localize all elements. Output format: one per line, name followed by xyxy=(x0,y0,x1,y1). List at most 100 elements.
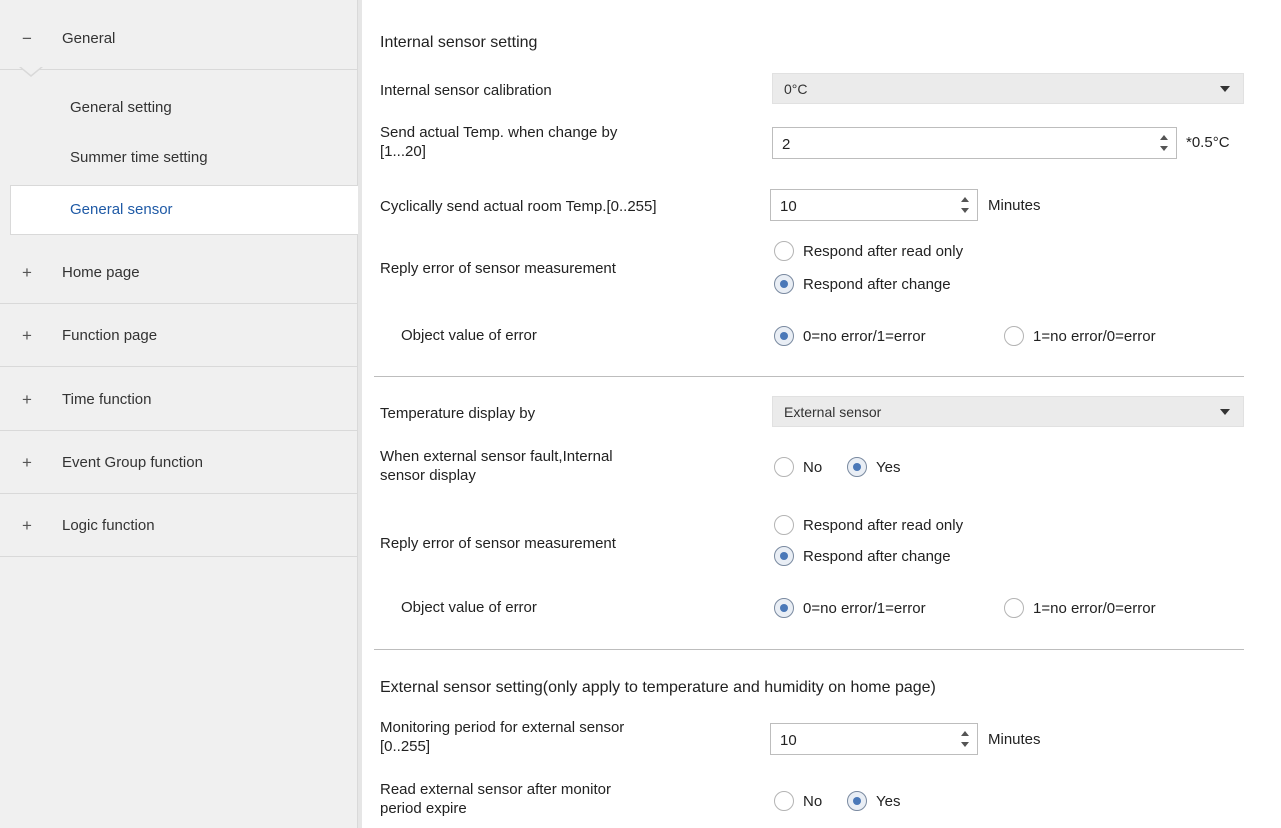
radio-label: 1=no error/0=error xyxy=(1033,599,1156,617)
sidebar-group-time-function[interactable]: + Time function xyxy=(0,369,358,431)
label-line: When external sensor fault,Internal xyxy=(380,448,613,465)
radio-1-no-error[interactable]: 1=no error/0=error xyxy=(1004,326,1156,346)
sidebar-group-event-group-function[interactable]: + Event Group function xyxy=(0,432,358,494)
stepper-value: 2 xyxy=(782,136,791,153)
radio-0-no-error[interactable]: 0=no error/1=error xyxy=(774,326,926,346)
sidebar-item-general-setting[interactable]: General setting xyxy=(70,99,172,116)
stepper-up-icon[interactable] xyxy=(961,197,969,202)
stepper-down-icon[interactable] xyxy=(1160,146,1168,151)
chevron-down-icon xyxy=(1220,86,1230,92)
expand-icon[interactable]: + xyxy=(20,390,34,410)
radio-respond-after-change-2[interactable]: Respond after change xyxy=(774,546,951,566)
sidebar-group-home-page[interactable]: + Home page xyxy=(0,242,358,304)
sidebar-group-label: General xyxy=(62,30,116,47)
radio-respond-read-only-2[interactable]: Respond after read only xyxy=(774,515,963,535)
unit-label: Minutes xyxy=(988,731,1041,748)
sidebar-group-label: Event Group function xyxy=(62,454,203,471)
collapse-icon[interactable]: − xyxy=(20,29,34,49)
radio-circle[interactable] xyxy=(1004,326,1024,346)
stepper-down-icon[interactable] xyxy=(961,208,969,213)
param-label-cyclic: Cyclically send actual room Temp.[0..255… xyxy=(380,198,657,215)
sidebar-item-label: General sensor xyxy=(70,201,173,218)
radio-circle[interactable] xyxy=(847,457,867,477)
radio-label: Respond after read only xyxy=(803,242,964,260)
param-label-reply-error-2: Reply error of sensor measurement xyxy=(380,535,616,552)
radio-circle[interactable] xyxy=(774,241,794,261)
param-label-object-value-2: Object value of error xyxy=(401,599,537,616)
sidebar-group-logic-function[interactable]: + Logic function xyxy=(0,495,358,557)
label-line: Send actual Temp. when change by xyxy=(380,124,618,141)
radio-circle[interactable] xyxy=(774,546,794,566)
radio-respond-after-change[interactable]: Respond after change xyxy=(774,274,951,294)
radio-read-after-no[interactable]: No xyxy=(774,791,822,811)
radio-circle[interactable] xyxy=(774,457,794,477)
param-label-temp-display: Temperature display by xyxy=(380,405,536,422)
sidebar-group-function-page[interactable]: + Function page xyxy=(0,305,358,367)
dropdown-value: External sensor xyxy=(784,404,882,420)
calibration-dropdown[interactable]: 0°C xyxy=(772,73,1244,104)
parameter-panel: Internal sensor setting Internal sensor … xyxy=(362,0,1281,828)
stepper-up-icon[interactable] xyxy=(961,731,969,736)
sidebar-group-label: Logic function xyxy=(62,517,155,534)
radio-circle[interactable] xyxy=(774,326,794,346)
radio-label: 1=no error/0=error xyxy=(1033,327,1156,345)
cyclic-stepper[interactable]: 10 xyxy=(770,189,978,221)
stepper-up-icon[interactable] xyxy=(1160,135,1168,140)
radio-label: 0=no error/1=error xyxy=(803,599,926,617)
section-title-internal: Internal sensor setting xyxy=(380,34,538,51)
param-label-monitoring: Monitoring period for external sensor [0… xyxy=(380,718,624,756)
expand-icon[interactable]: + xyxy=(20,326,34,346)
label-line: [1...20] xyxy=(380,143,426,160)
section-divider xyxy=(374,376,1244,377)
radio-label: Respond after change xyxy=(803,547,951,565)
sidebar-group-label: Function page xyxy=(62,327,158,344)
dropdown-value: 0°C xyxy=(784,81,808,97)
temp-display-dropdown[interactable]: External sensor xyxy=(772,396,1244,427)
param-label-calibration: Internal sensor calibration xyxy=(380,82,552,99)
expanded-indicator-fill xyxy=(20,66,42,75)
radio-read-after-yes[interactable]: Yes xyxy=(847,791,900,811)
label-line: [0..255] xyxy=(380,738,431,755)
section-title-external: External sensor setting(only apply to te… xyxy=(380,679,936,696)
stepper-down-icon[interactable] xyxy=(961,742,969,747)
expand-icon[interactable]: + xyxy=(20,516,34,536)
sidebar-item-summer-time-setting[interactable]: Summer time setting xyxy=(70,149,208,166)
unit-label: Minutes xyxy=(988,197,1041,214)
section-divider xyxy=(374,649,1244,650)
radio-circle[interactable] xyxy=(774,791,794,811)
sidebar-group-general[interactable]: − General xyxy=(0,8,358,70)
radio-circle[interactable] xyxy=(774,598,794,618)
stepper-arrows[interactable] xyxy=(960,730,970,750)
radio-label: Yes xyxy=(876,458,901,476)
send-change-stepper[interactable]: 2 xyxy=(772,127,1177,159)
radio-fault-no[interactable]: No xyxy=(774,457,822,477)
param-label-read-after: Read external sensor after monitor perio… xyxy=(380,780,611,818)
sidebar-item-general-sensor[interactable]: General sensor xyxy=(10,185,362,235)
sidebar: − General General setting Summer time se… xyxy=(0,0,362,828)
unit-label: *0.5°C xyxy=(1186,134,1230,151)
radio-circle[interactable] xyxy=(774,515,794,535)
param-label-fault-display: When external sensor fault,Internal sens… xyxy=(380,447,613,485)
label-line: period expire xyxy=(380,800,467,817)
param-label-send-change: Send actual Temp. when change by [1...20… xyxy=(380,123,617,161)
radio-label: Yes xyxy=(876,792,901,810)
radio-fault-yes[interactable]: Yes xyxy=(847,457,900,477)
radio-0-no-error-2[interactable]: 0=no error/1=error xyxy=(774,598,926,618)
stepper-value: 10 xyxy=(780,198,797,215)
radio-1-no-error-2[interactable]: 1=no error/0=error xyxy=(1004,598,1156,618)
stepper-arrows[interactable] xyxy=(1159,134,1169,154)
label-line: Read external sensor after monitor xyxy=(380,781,611,798)
expand-icon[interactable]: + xyxy=(20,263,34,283)
radio-circle[interactable] xyxy=(847,791,867,811)
radio-circle[interactable] xyxy=(774,274,794,294)
label-line: Monitoring period for external sensor xyxy=(380,719,625,736)
expand-icon[interactable]: + xyxy=(20,453,34,473)
radio-circle[interactable] xyxy=(1004,598,1024,618)
monitoring-stepper[interactable]: 10 xyxy=(770,723,978,755)
stepper-value: 10 xyxy=(780,732,797,749)
radio-respond-read-only[interactable]: Respond after read only xyxy=(774,241,963,261)
param-label-object-value: Object value of error xyxy=(401,327,537,344)
param-label-reply-error: Reply error of sensor measurement xyxy=(380,260,616,277)
stepper-arrows[interactable] xyxy=(960,196,970,216)
label-line: sensor display xyxy=(380,467,476,484)
